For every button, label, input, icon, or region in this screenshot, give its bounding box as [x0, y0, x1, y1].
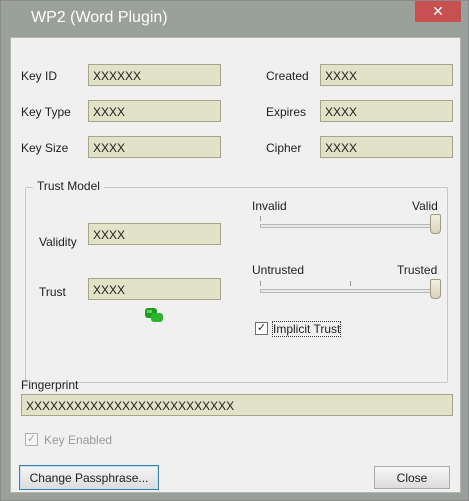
trust-slider-max-label: Trusted — [397, 263, 438, 277]
green-key-icon — [145, 308, 163, 322]
dialog-content: Key ID XXXXXX Created XXXX Key Type XXXX… — [10, 37, 461, 493]
change-passphrase-button[interactable]: Change Passphrase... — [19, 465, 159, 490]
title-bar[interactable]: WP2 (Word Plugin) — [1, 1, 468, 37]
key-size-label: Key Size — [21, 141, 69, 155]
close-button[interactable]: Close — [374, 466, 450, 489]
key-type-field[interactable]: XXXX — [88, 100, 221, 122]
cipher-label: Cipher — [266, 141, 302, 155]
cipher-field[interactable]: XXXX — [320, 136, 453, 158]
close-window-button[interactable]: ✕ — [415, 1, 461, 22]
expires-field[interactable]: XXXX — [320, 100, 453, 122]
fingerprint-field[interactable]: XXXXXXXXXXXXXXXXXXXXXXXXXX — [21, 394, 453, 416]
created-field[interactable]: XXXX — [320, 64, 453, 86]
trust-field[interactable]: XXXX — [88, 278, 221, 300]
trust-label: Trust — [39, 285, 66, 299]
expires-label: Expires — [266, 105, 307, 119]
validity-slider-track[interactable] — [260, 224, 441, 228]
validity-slider-tick — [260, 216, 261, 221]
trust-slider-track[interactable] — [260, 289, 441, 293]
trust-slider-min-label: Untrusted — [252, 263, 305, 277]
trust-slider-thumb[interactable] — [430, 279, 441, 299]
implicit-trust-checkbox[interactable]: ✓ — [255, 322, 268, 335]
trust-slider-tick — [350, 281, 351, 286]
close-icon: ✕ — [432, 3, 444, 19]
dialog-window: WP2 (Word Plugin) ✕ Key ID XXXXXX Create… — [0, 0, 469, 501]
validity-field[interactable]: XXXX — [88, 223, 221, 245]
implicit-trust-label[interactable]: Implicit Trust — [271, 321, 342, 337]
created-label: Created — [266, 69, 309, 83]
fingerprint-label: Fingerprint — [21, 378, 79, 392]
check-icon: ✓ — [26, 433, 37, 445]
key-type-label: Key Type — [21, 105, 71, 119]
validity-slider-min-label: Invalid — [252, 199, 287, 213]
trust-model-title: Trust Model — [33, 179, 104, 193]
validity-label: Validity — [39, 235, 77, 249]
key-enabled-checkbox[interactable]: ✓ — [25, 433, 38, 446]
key-id-field[interactable]: XXXXXX — [88, 64, 221, 86]
validity-slider-max-label: Valid — [412, 199, 438, 213]
check-icon: ✓ — [256, 322, 267, 334]
key-id-label: Key ID — [21, 69, 58, 83]
trust-slider-tick — [260, 281, 261, 286]
window-title: WP2 (Word Plugin) — [31, 9, 168, 26]
validity-slider-thumb[interactable] — [430, 214, 441, 234]
key-enabled-label: Key Enabled — [44, 433, 113, 447]
key-size-field[interactable]: XXXX — [88, 136, 221, 158]
